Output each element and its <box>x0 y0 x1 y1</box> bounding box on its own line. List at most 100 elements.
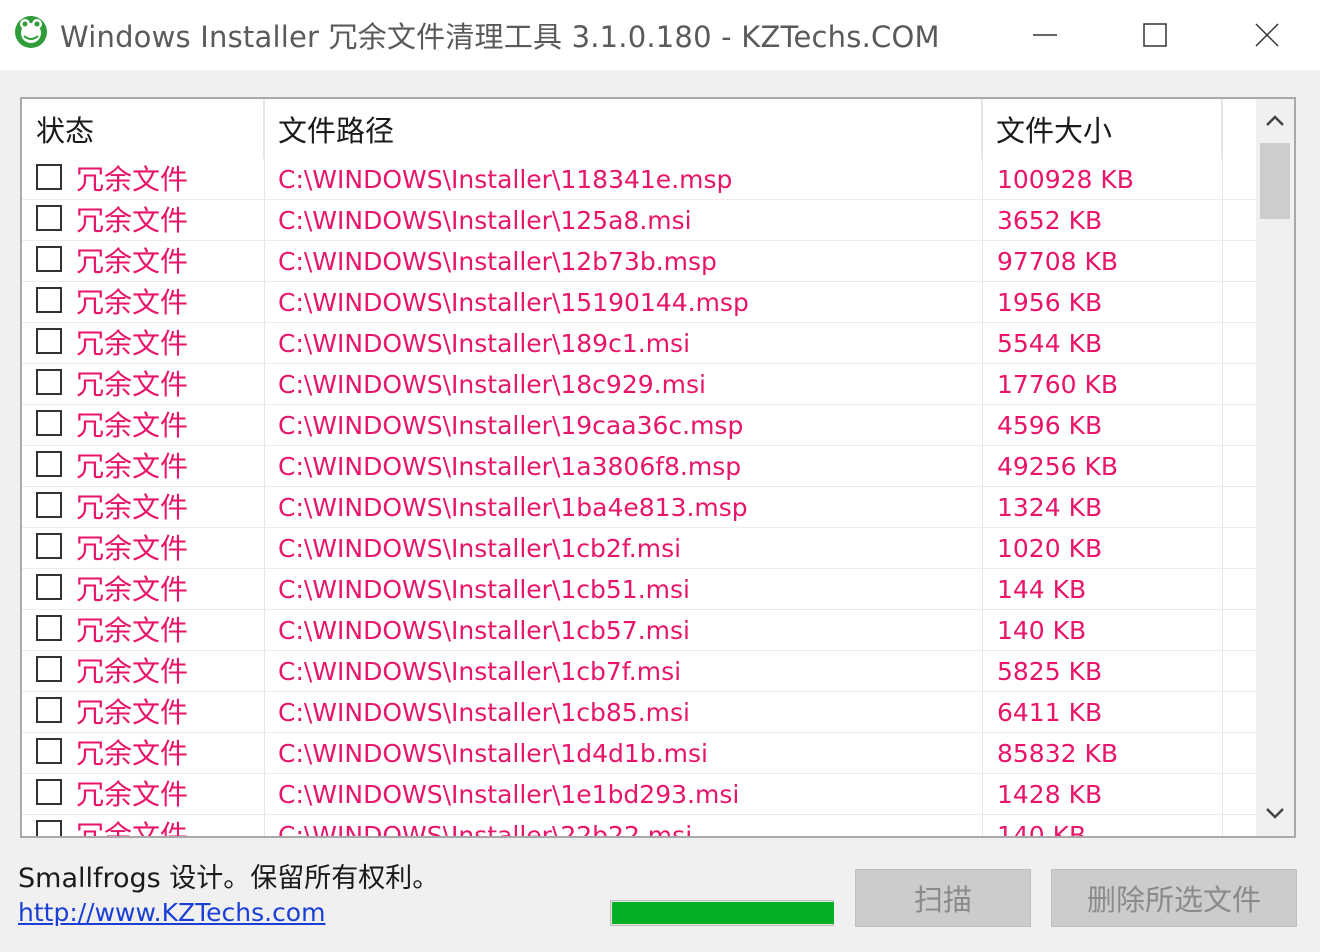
minimize-button[interactable] <box>990 0 1100 70</box>
table-row[interactable]: 冗余文件 C:\WINDOWS\Installer\1e1bd293.msi 142… <box>22 774 1256 815</box>
table-row[interactable]: 冗余文件 C:\WINDOWS\Installer\12b73b.msp 97708… <box>22 241 1256 282</box>
size-cell: 140 KB <box>997 821 1087 838</box>
scroll-up-button[interactable] <box>1256 105 1294 135</box>
status-cell: 冗余文件 <box>76 163 189 196</box>
size-cell: 49256 KB <box>997 452 1119 481</box>
path-cell: C:\WINDOWS\Installer\118341e.msp <box>278 165 733 194</box>
table-row[interactable]: 冗余文件 C:\WINDOWS\Installer\1cb57.msi 140 KB <box>22 610 1256 651</box>
status-cell: 冗余文件 <box>76 737 189 770</box>
path-cell: C:\WINDOWS\Installer\12b73b.msp <box>278 247 717 276</box>
scroll-down-button[interactable] <box>1256 799 1294 829</box>
row-checkbox[interactable] <box>36 492 62 518</box>
status-cell: 冗余文件 <box>76 450 189 483</box>
table-row[interactable]: 冗余文件 C:\WINDOWS\Installer\125a8.msi 3652 K… <box>22 200 1256 241</box>
progress-bar <box>610 900 834 926</box>
website-link[interactable]: http://www.KZTechs.com <box>18 898 325 927</box>
size-cell: 144 KB <box>997 575 1087 604</box>
status-cell: 冗余文件 <box>76 286 189 319</box>
size-cell: 4596 KB <box>997 411 1103 440</box>
table-row[interactable]: 冗余文件 C:\WINDOWS\Installer\1cb85.msi 6411 K… <box>22 692 1256 733</box>
path-cell: C:\WINDOWS\Installer\1d4d1b.msi <box>278 739 708 768</box>
row-checkbox[interactable] <box>36 697 62 723</box>
table-row[interactable]: 冗余文件 C:\WINDOWS\Installer\1cb7f.msi 5825 K… <box>22 651 1256 692</box>
table-row[interactable]: 冗余文件 C:\WINDOWS\Installer\1cb2f.msi 1020 K… <box>22 528 1256 569</box>
path-cell: C:\WINDOWS\Installer\1ba4e813.msp <box>278 493 748 522</box>
table-row[interactable]: 冗余文件 C:\WINDOWS\Installer\118341e.msp 1009… <box>22 159 1256 200</box>
row-checkbox[interactable] <box>36 205 62 231</box>
scan-button[interactable]: 扫描 <box>855 869 1031 927</box>
size-cell: 6411 KB <box>997 698 1103 727</box>
status-cell: 冗余文件 <box>76 409 189 442</box>
chevron-up-icon <box>1266 115 1284 126</box>
vertical-scrollbar[interactable] <box>1256 99 1294 836</box>
path-cell: C:\WINDOWS\Installer\1a3806f8.msp <box>278 452 742 481</box>
minimize-icon <box>1033 34 1057 36</box>
status-cell: 冗余文件 <box>76 614 189 647</box>
file-list-view[interactable]: 状态 文件路径 文件大小 冗余文件 C:\WINDOWS\Installer\11… <box>20 97 1296 838</box>
row-checkbox[interactable] <box>36 615 62 641</box>
status-cell: 冗余文件 <box>76 204 189 237</box>
status-cell: 冗余文件 <box>76 368 189 401</box>
column-header-size[interactable]: 文件大小 <box>982 99 1222 159</box>
copyright-text: Smallfrogs 设计。保留所有权利。 <box>18 863 440 894</box>
status-cell: 冗余文件 <box>76 573 189 606</box>
table-row[interactable]: 冗余文件 C:\WINDOWS\Installer\22b22.msi 140 KB <box>22 815 1256 838</box>
row-checkbox[interactable] <box>36 820 62 836</box>
path-cell: C:\WINDOWS\Installer\1cb51.msi <box>278 575 690 604</box>
table-row[interactable]: 冗余文件 C:\WINDOWS\Installer\1cb51.msi 144 KB <box>22 569 1256 610</box>
status-cell: 冗余文件 <box>76 327 189 360</box>
path-cell: C:\WINDOWS\Installer\125a8.msi <box>278 206 692 235</box>
size-cell: 1020 KB <box>997 534 1103 563</box>
list-header: 状态 文件路径 文件大小 <box>22 99 1256 159</box>
path-cell: C:\WINDOWS\Installer\1cb85.msi <box>278 698 690 727</box>
status-cell: 冗余文件 <box>76 655 189 688</box>
table-row[interactable]: 冗余文件 C:\WINDOWS\Installer\18c929.msi 17760… <box>22 364 1256 405</box>
maximize-icon <box>1143 23 1167 47</box>
column-header-path[interactable]: 文件路径 <box>264 99 982 159</box>
progress-fill <box>612 902 834 924</box>
size-cell: 3652 KB <box>997 206 1103 235</box>
window-title: Windows Installer 冗余文件清理工具 3.1.0.180 - K… <box>60 20 940 54</box>
delete-selected-button[interactable]: 删除所选文件 <box>1051 869 1297 927</box>
row-checkbox[interactable] <box>36 246 62 272</box>
path-cell: C:\WINDOWS\Installer\19caa36c.msp <box>278 411 744 440</box>
file-rows: 冗余文件 C:\WINDOWS\Installer\118341e.msp 1009… <box>22 159 1256 838</box>
size-cell: 1324 KB <box>997 493 1103 522</box>
row-checkbox[interactable] <box>36 287 62 313</box>
row-checkbox[interactable] <box>36 574 62 600</box>
column-header-status[interactable]: 状态 <box>22 99 264 159</box>
row-checkbox[interactable] <box>36 164 62 190</box>
status-cell: 冗余文件 <box>76 819 189 838</box>
size-cell: 97708 KB <box>997 247 1119 276</box>
size-cell: 1956 KB <box>997 288 1103 317</box>
size-cell: 100928 KB <box>997 165 1134 194</box>
title-bar: Windows Installer 冗余文件清理工具 3.1.0.180 - K… <box>0 0 1320 70</box>
row-checkbox[interactable] <box>36 410 62 436</box>
close-button[interactable] <box>1212 0 1320 70</box>
status-cell: 冗余文件 <box>76 491 189 524</box>
table-row[interactable]: 冗余文件 C:\WINDOWS\Installer\1d4d1b.msi 85832… <box>22 733 1256 774</box>
status-cell: 冗余文件 <box>76 532 189 565</box>
table-row[interactable]: 冗余文件 C:\WINDOWS\Installer\1a3806f8.msp 492… <box>22 446 1256 487</box>
row-checkbox[interactable] <box>36 533 62 559</box>
row-checkbox[interactable] <box>36 328 62 354</box>
row-checkbox[interactable] <box>36 779 62 805</box>
table-row[interactable]: 冗余文件 C:\WINDOWS\Installer\189c1.msi 5544 K… <box>22 323 1256 364</box>
table-row[interactable]: 冗余文件 C:\WINDOWS\Installer\15190144.msp 195… <box>22 282 1256 323</box>
table-row[interactable]: 冗余文件 C:\WINDOWS\Installer\19caa36c.msp 459… <box>22 405 1256 446</box>
row-checkbox[interactable] <box>36 738 62 764</box>
path-cell: C:\WINDOWS\Installer\189c1.msi <box>278 329 691 358</box>
status-cell: 冗余文件 <box>76 696 189 729</box>
chevron-down-icon <box>1266 808 1284 819</box>
size-cell: 140 KB <box>997 616 1087 645</box>
table-row[interactable]: 冗余文件 C:\WINDOWS\Installer\1ba4e813.msp 132… <box>22 487 1256 528</box>
row-checkbox[interactable] <box>36 369 62 395</box>
scroll-thumb[interactable] <box>1260 143 1290 219</box>
row-checkbox[interactable] <box>36 451 62 477</box>
status-cell: 冗余文件 <box>76 778 189 811</box>
maximize-button[interactable] <box>1100 0 1210 70</box>
size-cell: 85832 KB <box>997 739 1119 768</box>
close-icon <box>1255 23 1279 47</box>
row-checkbox[interactable] <box>36 656 62 682</box>
path-cell: C:\WINDOWS\Installer\18c929.msi <box>278 370 706 399</box>
